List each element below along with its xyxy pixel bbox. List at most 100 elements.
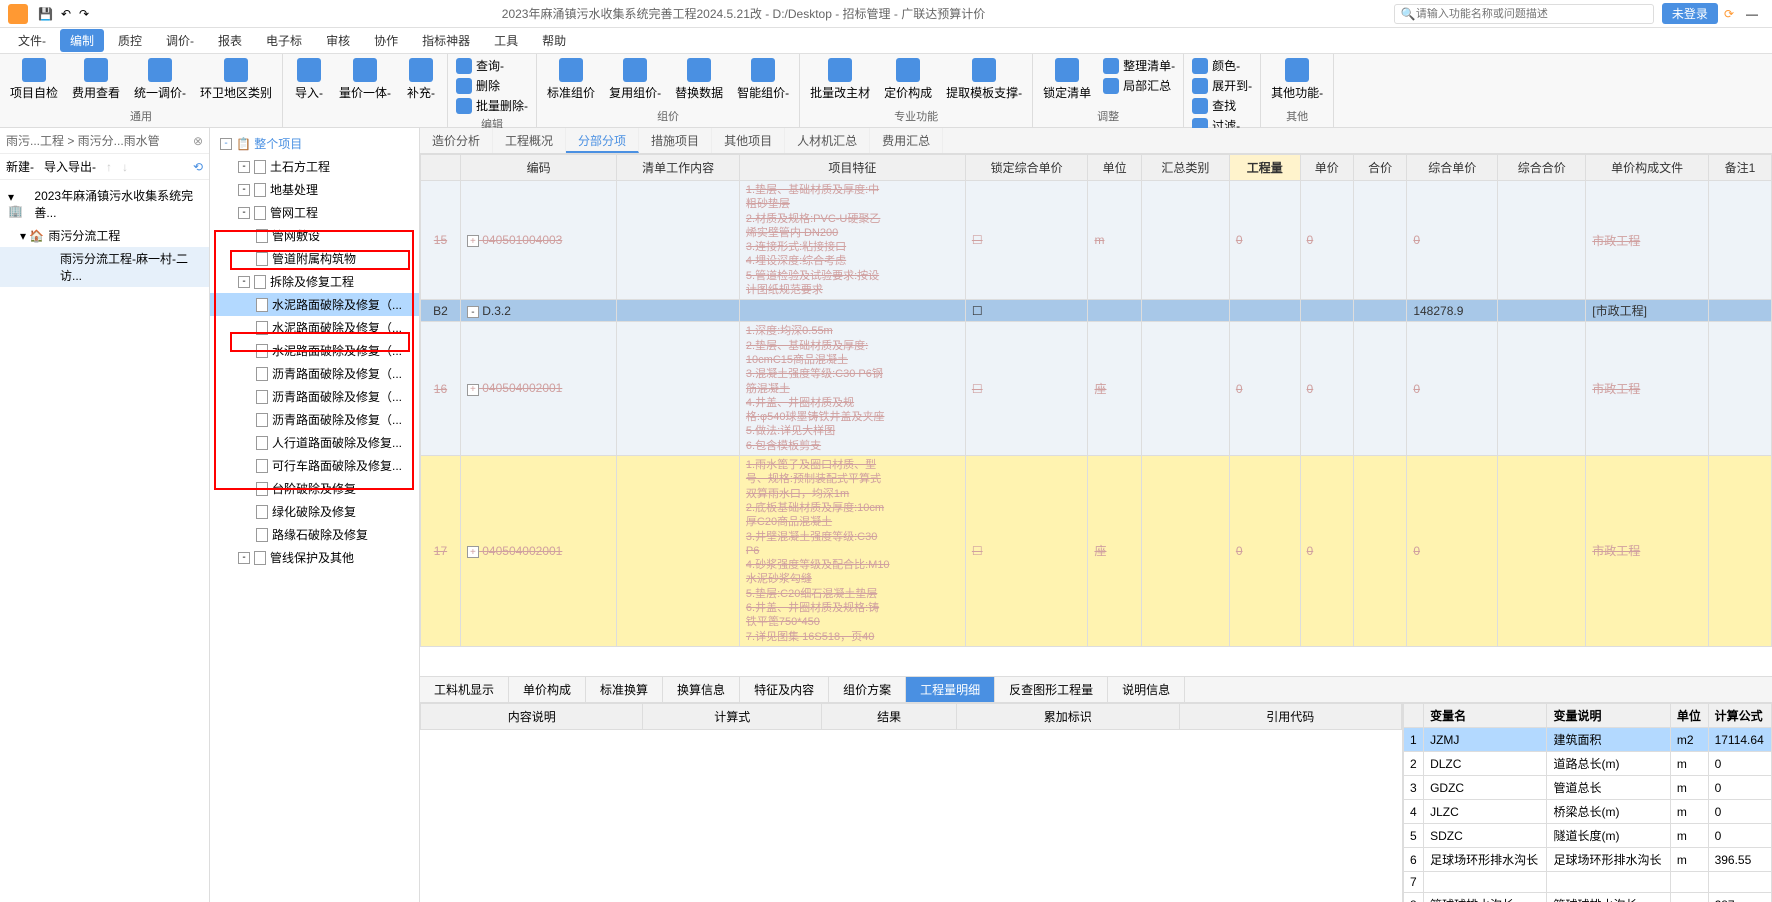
menu-8[interactable]: 指标神器 [412,29,480,52]
menu-4[interactable]: 报表 [208,29,252,52]
ribbon-btn[interactable]: 导入- [287,56,331,103]
btab-5[interactable]: 组价方案 [829,677,906,702]
btab-0[interactable]: 工料机显示 [420,677,509,702]
var-row[interactable]: 4JLZC桥梁总长(m)m0 [1404,800,1772,824]
section-node[interactable]: 沥青路面破除及修复（... [210,385,419,408]
tree-node-l1[interactable]: ▾ 🏠雨污分流工程 [0,224,209,247]
section-node[interactable]: 管道附属构筑物 [210,247,419,270]
btab-4[interactable]: 特征及内容 [740,677,829,702]
ribbon-btn-sm[interactable]: 展开到- [1188,76,1256,95]
menu-10[interactable]: 帮助 [532,29,576,52]
section-node[interactable]: 水泥路面破除及修复（... [210,293,419,316]
tab-0[interactable]: 造价分析 [420,128,493,153]
ribbon-btn[interactable]: 补充- [399,56,443,103]
menu-0[interactable]: 文件- [8,29,56,52]
section-node[interactable]: 管网敷设 [210,224,419,247]
btab-1[interactable]: 单价构成 [509,677,586,702]
import-export-button[interactable]: 导入导出- [44,158,96,175]
btab-8[interactable]: 说明信息 [1108,677,1185,702]
close-icon[interactable]: ⊗ [193,134,203,148]
breadcrumb-text[interactable]: 雨污...工程 > 雨污分...雨水管 [6,132,160,149]
login-button[interactable]: 未登录 [1662,3,1718,24]
menu-7[interactable]: 协作 [364,29,408,52]
section-node[interactable]: 绿化破除及修复 [210,500,419,523]
menu-6[interactable]: 审核 [316,29,360,52]
section-node[interactable]: 路缘石破除及修复 [210,523,419,546]
table-row[interactable]: 16+ 0405040020011.深度:均深0.55m 2.垫层、基础材质及厚… [421,322,1772,456]
ribbon-btn-sm[interactable]: 批量删除- [452,96,532,115]
tab-1[interactable]: 工程概况 [493,128,566,153]
calc-table[interactable]: 内容说明计算式结果累加标识引用代码 [420,703,1402,730]
tab-6[interactable]: 费用汇总 [870,128,943,153]
ribbon-btn-sm[interactable]: 查询- [452,56,532,75]
menu-2[interactable]: 质控 [108,29,152,52]
ribbon-btn[interactable]: 批量改主材 [804,56,876,103]
quick-undo-icon[interactable]: ↶ [61,7,71,21]
up-icon[interactable]: ↑ [106,160,112,174]
section-node[interactable]: 水泥路面破除及修复（... [210,339,419,362]
table-row[interactable]: 17+ 0405040020011.雨水篦子及圈口材质、型 号、规格:预制装配式… [421,456,1772,647]
var-row[interactable]: 8篮球球排水沟长篮球球排水沟长m287 [1404,893,1772,902]
var-row[interactable]: 3GDZC管道总长m0 [1404,776,1772,800]
section-node[interactable]: - 管线保护及其他 [210,546,419,569]
section-node[interactable]: 水泥路面破除及修复（... [210,316,419,339]
ribbon-btn-sm[interactable]: 删除 [452,76,532,95]
tree-root[interactable]: ▾ 🏢2023年麻涌镇污水收集系统完善... [0,184,209,224]
search-input[interactable] [1416,8,1647,20]
menu-5[interactable]: 电子标 [256,29,312,52]
section-node[interactable]: - 地基处理 [210,178,419,201]
minimize-icon[interactable]: — [1746,7,1758,21]
table-row[interactable]: 15+ 0405010040031.垫层、基础材质及厚度:中 粗砂垫层 2.材质… [421,181,1772,300]
ribbon-btn-sm[interactable]: 颜色- [1188,56,1256,75]
ribbon-btn-sm[interactable]: 局部汇总 [1099,76,1179,95]
section-root[interactable]: - 📋 整个项目 [210,132,419,155]
ribbon-btn[interactable]: 环卫地区类别 [194,56,278,103]
ribbon-btn[interactable]: 替换数据 [669,56,729,103]
ribbon-btn[interactable]: 定价构成 [878,56,938,103]
quick-redo-icon[interactable]: ↷ [79,7,89,21]
tab-2[interactable]: 分部分项 [566,128,639,153]
var-table[interactable]: 变量名变量说明单位计算公式1JZMJ建筑面积m217114.642DLZC道路总… [1403,703,1772,902]
btab-2[interactable]: 标准换算 [586,677,663,702]
quick-save-icon[interactable]: 💾 [38,7,53,21]
new-button[interactable]: 新建- [6,158,34,175]
ribbon-btn[interactable]: 量价一体- [333,56,397,103]
section-node[interactable]: 沥青路面破除及修复（... [210,408,419,431]
main-grid[interactable]: 编码清单工作内容项目特征锁定综合单价单位汇总类别工程量单价合价综合单价综合合价单… [420,154,1772,647]
section-node[interactable]: 可行车路面破除及修复... [210,454,419,477]
ribbon-btn[interactable]: 项目自检 [4,56,64,103]
section-node[interactable]: 沥青路面破除及修复（... [210,362,419,385]
ribbon-btn-sm[interactable]: 整理清单- [1099,56,1179,75]
ribbon-btn[interactable]: 其他功能- [1265,56,1329,103]
section-node[interactable]: - 管网工程 [210,201,419,224]
ribbon-btn-sm[interactable]: 查找 [1188,96,1256,115]
menu-1[interactable]: 编制 [60,29,104,52]
ribbon-btn[interactable]: 费用查看 [66,56,126,103]
ribbon-btn[interactable]: 统一调价- [128,56,192,103]
down-icon[interactable]: ↓ [122,160,128,174]
btab-7[interactable]: 反查图形工程量 [995,677,1108,702]
var-row[interactable]: 6足球场环形排水沟长足球场环形排水沟长m396.55 [1404,848,1772,872]
refresh-icon[interactable]: ⟲ [193,160,203,174]
table-row[interactable]: B2- D.3.2☐148278.9[市政工程] [421,300,1772,322]
tab-3[interactable]: 措施项目 [639,128,712,153]
tree-node-active[interactable]: 雨污分流工程-麻一村-二访... [0,247,209,287]
ribbon-btn[interactable]: 标准组价 [541,56,601,103]
tab-5[interactable]: 人材机汇总 [785,128,870,153]
menu-3[interactable]: 调价- [156,29,204,52]
btab-6[interactable]: 工程量明细 [906,677,995,702]
help-icon[interactable]: ⟳ [1724,7,1734,21]
var-row[interactable]: 7 [1404,872,1772,893]
tab-4[interactable]: 其他项目 [712,128,785,153]
menu-9[interactable]: 工具 [484,29,528,52]
section-node[interactable]: 台阶破除及修复 [210,477,419,500]
section-node[interactable]: - 土石方工程 [210,155,419,178]
var-row[interactable]: 1JZMJ建筑面积m217114.64 [1404,728,1772,752]
ribbon-btn[interactable]: 锁定清单 [1037,56,1097,103]
ribbon-btn[interactable]: 复用组价- [603,56,667,103]
btab-3[interactable]: 换算信息 [663,677,740,702]
ribbon-btn[interactable]: 提取模板支撑- [940,56,1028,103]
section-node[interactable]: 人行道路面破除及修复... [210,431,419,454]
var-row[interactable]: 2DLZC道路总长(m)m0 [1404,752,1772,776]
var-row[interactable]: 5SDZC隧道长度(m)m0 [1404,824,1772,848]
